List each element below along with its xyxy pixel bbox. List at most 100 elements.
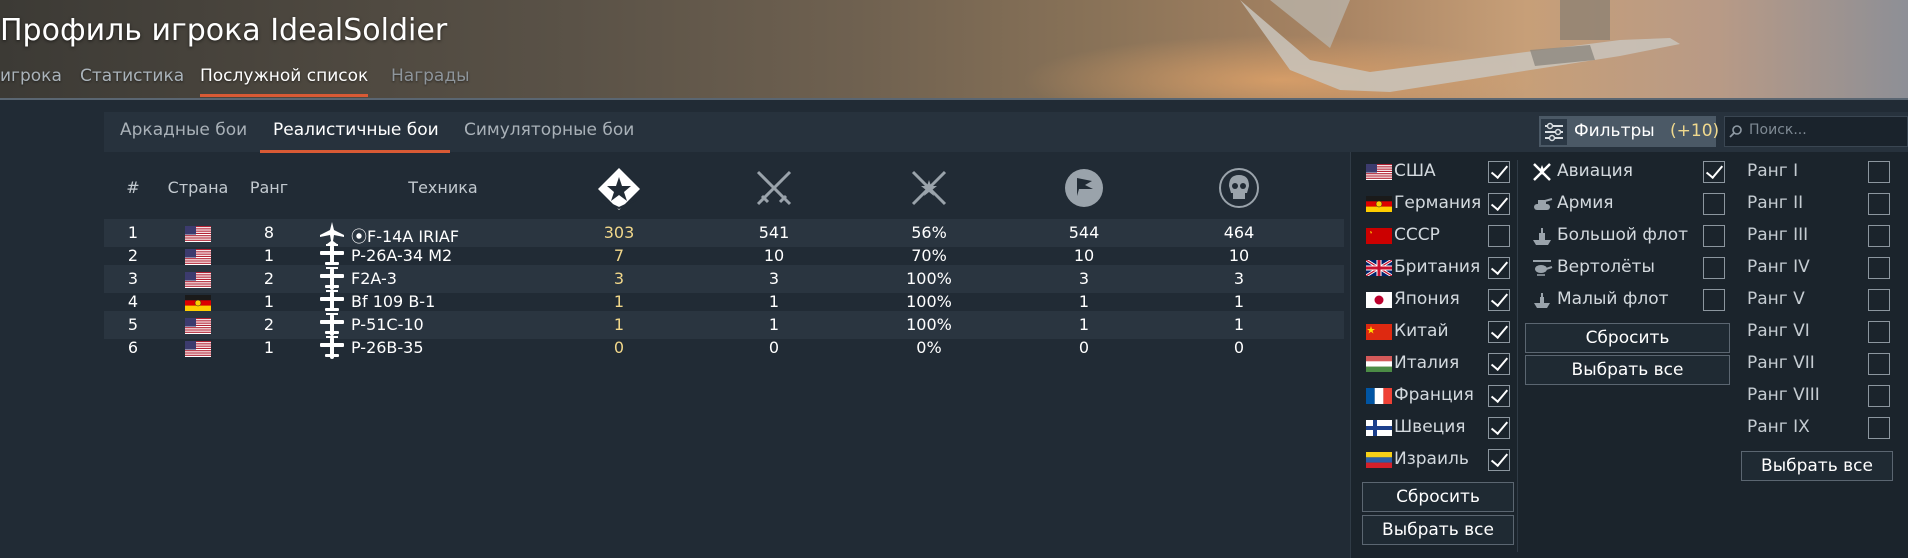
countries-select-all-button[interactable]: Выбрать все bbox=[1362, 515, 1514, 545]
vehicle-name[interactable]: F2A-3 bbox=[351, 269, 397, 288]
rank-filter-item[interactable]: Ранг III bbox=[1747, 221, 1897, 251]
helicopter-icon bbox=[1531, 257, 1553, 283]
country-filter-item[interactable]: Германия bbox=[1366, 189, 1516, 219]
vehicle-type-filter-item[interactable]: Авиация bbox=[1531, 157, 1731, 187]
country-checkbox[interactable] bbox=[1488, 449, 1510, 471]
rank-checkbox[interactable] bbox=[1868, 257, 1890, 279]
country-filter-item[interactable]: СССР bbox=[1366, 221, 1516, 251]
rank-filter-item[interactable]: Ранг VI bbox=[1747, 317, 1897, 347]
rank-filter-item[interactable]: Ранг I bbox=[1747, 157, 1897, 187]
germany-flag-icon bbox=[1366, 196, 1392, 212]
vehicle-type-checkbox[interactable] bbox=[1703, 193, 1725, 215]
country-filter-item[interactable]: Швеция bbox=[1366, 413, 1516, 443]
country-checkbox[interactable] bbox=[1488, 417, 1510, 439]
country-filter-item[interactable]: Япония bbox=[1366, 285, 1516, 315]
rank-checkbox[interactable] bbox=[1868, 321, 1890, 343]
types-reset-button[interactable]: Сбросить bbox=[1525, 323, 1730, 353]
country-filter-item[interactable]: Франция bbox=[1366, 381, 1516, 411]
stat-capture: 0 bbox=[1078, 338, 1090, 357]
britain-flag-icon bbox=[1365, 258, 1393, 278]
rank-filter-item[interactable]: Ранг VIII bbox=[1747, 381, 1897, 411]
search-input[interactable] bbox=[1747, 121, 1906, 139]
rank-filter-item[interactable]: Ранг IX bbox=[1747, 413, 1897, 443]
country-checkbox[interactable] bbox=[1488, 289, 1510, 311]
country-filter-item[interactable]: США bbox=[1366, 157, 1516, 187]
stat-deaths: 464 bbox=[1223, 223, 1255, 242]
country-checkbox[interactable] bbox=[1488, 257, 1510, 279]
tab-arcade[interactable]: Аркадные бои bbox=[120, 120, 247, 140]
row-number: 6 bbox=[127, 338, 139, 357]
rank-checkbox[interactable] bbox=[1868, 417, 1890, 439]
vehicle-name[interactable]: P-51C-10 bbox=[351, 315, 424, 334]
rank-checkbox[interactable] bbox=[1868, 161, 1890, 183]
stat-capture: 1 bbox=[1078, 315, 1090, 334]
vehicle-type-checkbox[interactable] bbox=[1703, 161, 1725, 183]
country-checkbox[interactable] bbox=[1488, 385, 1510, 407]
country-filter-label: Италия bbox=[1394, 353, 1460, 373]
rank-checkbox[interactable] bbox=[1868, 353, 1890, 375]
search-box[interactable] bbox=[1724, 116, 1908, 147]
kills-icon[interactable] bbox=[752, 166, 796, 214]
deaths-skull-icon[interactable] bbox=[1217, 166, 1261, 214]
stat-kills: 541 bbox=[758, 223, 790, 242]
country-filter-item[interactable]: Израиль bbox=[1366, 445, 1516, 475]
row-rank: 8 bbox=[263, 223, 275, 242]
country-filter-item[interactable]: Италия bbox=[1366, 349, 1516, 379]
tab-realistic[interactable]: Реалистичные бои bbox=[260, 120, 450, 153]
filters-button[interactable]: Фильтры (+10) bbox=[1539, 116, 1719, 147]
filters-label: Фильтры bbox=[1574, 121, 1655, 141]
ranks-select-all-button[interactable]: Выбрать все bbox=[1741, 451, 1893, 481]
country-flag-icon bbox=[185, 341, 211, 357]
column-header-vehicle: Техника bbox=[408, 178, 478, 197]
tank-icon bbox=[1531, 193, 1553, 219]
tab-simulator[interactable]: Симуляторные бои bbox=[464, 120, 634, 140]
tab-awards[interactable]: Награды bbox=[391, 66, 470, 86]
rank-filter-item[interactable]: Ранг V bbox=[1747, 285, 1897, 315]
vehicle-type-checkbox[interactable] bbox=[1703, 225, 1725, 247]
vehicle-name[interactable]: Bf 109 B-1 bbox=[351, 292, 435, 311]
tab-player[interactable]: игрока bbox=[0, 66, 62, 86]
country-checkbox[interactable] bbox=[1488, 161, 1510, 183]
tab-statistics[interactable]: Статистика bbox=[80, 66, 184, 86]
rank-filter-label: Ранг II bbox=[1747, 193, 1804, 213]
vehicle-type-checkbox[interactable] bbox=[1703, 257, 1725, 279]
vehicle-type-label: Малый флот bbox=[1557, 289, 1669, 309]
types-select-all-button[interactable]: Выбрать все bbox=[1525, 355, 1730, 385]
countries-reset-button[interactable]: Сбросить bbox=[1362, 482, 1514, 512]
vehicle-type-filter-item[interactable]: Малый флот bbox=[1531, 285, 1731, 315]
row-number: 5 bbox=[127, 315, 139, 334]
rank-filter-item[interactable]: Ранг VII bbox=[1747, 349, 1897, 379]
stat-capture: 3 bbox=[1078, 269, 1090, 288]
vehicle-type-filter-item[interactable]: Вертолёты bbox=[1531, 253, 1731, 283]
rank-filter-label: Ранг VI bbox=[1747, 321, 1810, 341]
wins-percent-icon[interactable] bbox=[907, 166, 951, 214]
rank-checkbox[interactable] bbox=[1868, 193, 1890, 215]
country-checkbox[interactable] bbox=[1488, 321, 1510, 343]
stat-deaths: 0 bbox=[1233, 338, 1245, 357]
table-row[interactable]: 6 1 P-26B-35 0 0 0% 0 0 bbox=[104, 334, 1344, 362]
vehicle-name[interactable]: P-26B-35 bbox=[351, 338, 424, 357]
aviation-icon bbox=[1531, 161, 1553, 187]
country-checkbox[interactable] bbox=[1488, 193, 1510, 215]
capture-icon[interactable] bbox=[1062, 166, 1106, 214]
country-checkbox[interactable] bbox=[1488, 225, 1510, 247]
stat-kills: 10 bbox=[763, 246, 785, 265]
row-rank: 1 bbox=[263, 338, 275, 357]
row-number: 4 bbox=[127, 292, 139, 311]
tab-service-record[interactable]: Послужной список bbox=[200, 66, 369, 97]
vehicle-name[interactable]: P-26A-34 M2 bbox=[351, 246, 452, 265]
battles-icon[interactable] bbox=[596, 166, 642, 216]
vehicle-type-checkbox[interactable] bbox=[1703, 289, 1725, 311]
stat-winrate: 100% bbox=[906, 315, 952, 334]
rank-filter-item[interactable]: Ранг II bbox=[1747, 189, 1897, 219]
vehicle-type-filter-item[interactable]: Армия bbox=[1531, 189, 1731, 219]
rank-filter-label: Ранг IV bbox=[1747, 257, 1810, 277]
rank-checkbox[interactable] bbox=[1868, 289, 1890, 311]
country-checkbox[interactable] bbox=[1488, 353, 1510, 375]
vehicle-type-filter-item[interactable]: Большой флот bbox=[1531, 221, 1731, 251]
country-filter-item[interactable]: Китай bbox=[1366, 317, 1516, 347]
rank-checkbox[interactable] bbox=[1868, 385, 1890, 407]
rank-checkbox[interactable] bbox=[1868, 225, 1890, 247]
rank-filter-item[interactable]: Ранг IV bbox=[1747, 253, 1897, 283]
country-filter-item[interactable]: Британия bbox=[1365, 253, 1516, 283]
